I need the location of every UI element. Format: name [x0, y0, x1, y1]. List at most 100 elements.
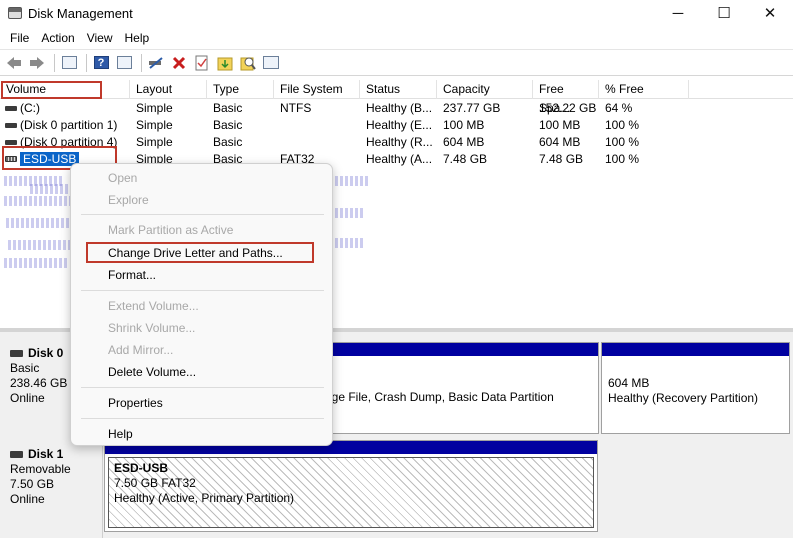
disk-1-state: Online: [10, 492, 45, 506]
properties-icon[interactable]: [261, 53, 281, 73]
close-button[interactable]: ✕: [747, 0, 793, 26]
cell-status: Healthy (B...: [366, 101, 433, 115]
cell-status: Healthy (A...: [366, 152, 433, 166]
context-menu: Open Explore Mark Partition as Active Ch…: [70, 163, 333, 446]
list-view-icon[interactable]: [59, 53, 79, 73]
cell-layout: Simple: [136, 101, 173, 115]
change-drive-letter-highlight: [86, 242, 314, 263]
cell-capacity: 100 MB: [443, 118, 485, 132]
column-capacity[interactable]: Capacity: [437, 80, 533, 99]
menu-item-format[interactable]: Format...: [108, 266, 156, 284]
disk-0-primary-partition[interactable]: age File, Crash Dump, Basic Data Partiti…: [318, 342, 599, 434]
cell-capacity: 604 MB: [443, 135, 485, 149]
partition-bar: [319, 343, 598, 356]
maximize-button[interactable]: ☐: [701, 0, 747, 26]
column-layout[interactable]: Layout: [130, 80, 207, 99]
cell-free-space: 7.48 GB: [539, 152, 584, 166]
cell-file-system: NTFS: [280, 101, 312, 115]
disk-1-size: 7.50 GB: [10, 477, 55, 491]
table-row[interactable]: (C:) Simple Basic NTFS Healthy (B... 237…: [0, 100, 793, 117]
search-icon[interactable]: [238, 53, 258, 73]
connect-icon[interactable]: [146, 53, 166, 73]
cell-status: Healthy (R...: [366, 135, 433, 149]
menu-item-help[interactable]: Help: [108, 425, 133, 443]
disk-0-name: Disk 0: [28, 346, 64, 360]
column-file-system[interactable]: File System: [274, 80, 360, 99]
menu-separator: [81, 214, 324, 215]
console-tree-icon[interactable]: [114, 53, 134, 73]
help-icon[interactable]: ?: [91, 53, 111, 73]
cell-percent-free: 64 %: [605, 101, 633, 115]
partition-description: age File, Crash Dump, Basic Data Partiti…: [325, 390, 554, 404]
menu-bar: File Action View Help: [0, 27, 155, 48]
render-artifact: [335, 238, 365, 248]
table-row[interactable]: (Disk 0 partition 1) Simple Basic Health…: [0, 117, 793, 134]
cell-capacity: 237.77 GB: [443, 101, 501, 115]
toolbar-separator: [86, 53, 87, 72]
render-artifact: [335, 176, 370, 186]
cell-free-space: 152.22 GB: [539, 101, 597, 115]
cell-type: Basic: [213, 118, 243, 132]
menu-item-explore[interactable]: Explore: [108, 191, 149, 209]
column-free-space[interactable]: Free Spa...: [533, 80, 599, 115]
render-artifact: [335, 208, 365, 218]
cell-status: Healthy (E...: [366, 118, 433, 132]
volume-header-highlight: [1, 81, 102, 99]
menu-action[interactable]: Action: [35, 31, 80, 45]
partition-bar: [602, 343, 789, 356]
partition-status: Healthy (Recovery Partition): [608, 391, 759, 405]
cell-layout: Simple: [136, 118, 173, 132]
disk-management-icon: [8, 7, 22, 19]
cell-type: Basic: [213, 101, 243, 115]
menu-item-shrink-volume[interactable]: Shrink Volume...: [108, 319, 195, 337]
column-percent-free[interactable]: % Free: [599, 80, 689, 99]
cell-file-system: [274, 117, 360, 134]
cell-capacity: 7.48 GB: [443, 152, 488, 166]
disk-icon: [10, 451, 23, 458]
forward-arrow-icon[interactable]: [27, 53, 47, 73]
table-row[interactable]: (Disk 0 partition 4) Simple Basic Health…: [0, 134, 793, 151]
menu-item-mark-active[interactable]: Mark Partition as Active: [108, 221, 233, 239]
window-title: Disk Management: [28, 5, 133, 21]
menu-separator: [81, 290, 324, 291]
disk-1-label[interactable]: Disk 1 Removable 7.50 GB Online: [0, 436, 103, 538]
disk-icon: [10, 350, 23, 357]
disk-1-name: Disk 1: [28, 447, 64, 461]
menu-file[interactable]: File: [4, 31, 35, 45]
partition-status: Healthy (Active, Primary Partition): [114, 491, 295, 505]
menu-view[interactable]: View: [81, 31, 119, 45]
disk-0-recovery-partition[interactable]: 604 MB Healthy (Recovery Partition): [601, 342, 790, 434]
menu-item-extend-volume[interactable]: Extend Volume...: [108, 297, 199, 315]
menu-item-properties[interactable]: Properties: [108, 394, 163, 412]
cell-percent-free: 100 %: [605, 152, 640, 166]
import-icon[interactable]: [215, 53, 235, 73]
partition-name: ESD-USB: [114, 461, 169, 475]
check-icon[interactable]: [192, 53, 212, 73]
title-bar: Disk Management ─ ☐ ✕: [0, 0, 793, 26]
partition-selected-hatch: ESD-USB 7.50 GB FAT32 Healthy (Active, P…: [108, 457, 594, 528]
menu-item-delete-volume[interactable]: Delete Volume...: [108, 363, 196, 381]
cell-percent-free: 100 %: [605, 118, 640, 132]
cell-volume: (C:): [20, 101, 40, 115]
render-artifact: [4, 196, 74, 206]
toolbar: ?: [0, 49, 793, 76]
menu-item-open[interactable]: Open: [108, 169, 137, 187]
back-arrow-icon[interactable]: [4, 53, 24, 73]
toolbar-separator: [54, 53, 55, 72]
menu-help[interactable]: Help: [119, 31, 156, 45]
disk-1-row: Disk 1 Removable 7.50 GB Online ESD-USB …: [0, 436, 793, 538]
column-type[interactable]: Type: [207, 80, 274, 99]
partition-size: 604 MB: [608, 376, 650, 390]
minimize-button[interactable]: ─: [655, 0, 701, 26]
cell-free-space: 100 MB: [539, 118, 581, 132]
disk-1-type: Removable: [10, 462, 71, 476]
cell-free-space: 604 MB: [539, 135, 581, 149]
delete-icon[interactable]: [169, 53, 189, 73]
cell-layout: Simple: [136, 135, 173, 149]
cell-type: Basic: [213, 135, 243, 149]
partition-fs: 7.50 GB FAT32: [114, 476, 196, 490]
menu-item-add-mirror[interactable]: Add Mirror...: [108, 341, 173, 359]
menu-separator: [81, 387, 324, 388]
esd-usb-partition[interactable]: ESD-USB 7.50 GB FAT32 Healthy (Active, P…: [104, 440, 598, 532]
column-status[interactable]: Status: [360, 80, 437, 99]
